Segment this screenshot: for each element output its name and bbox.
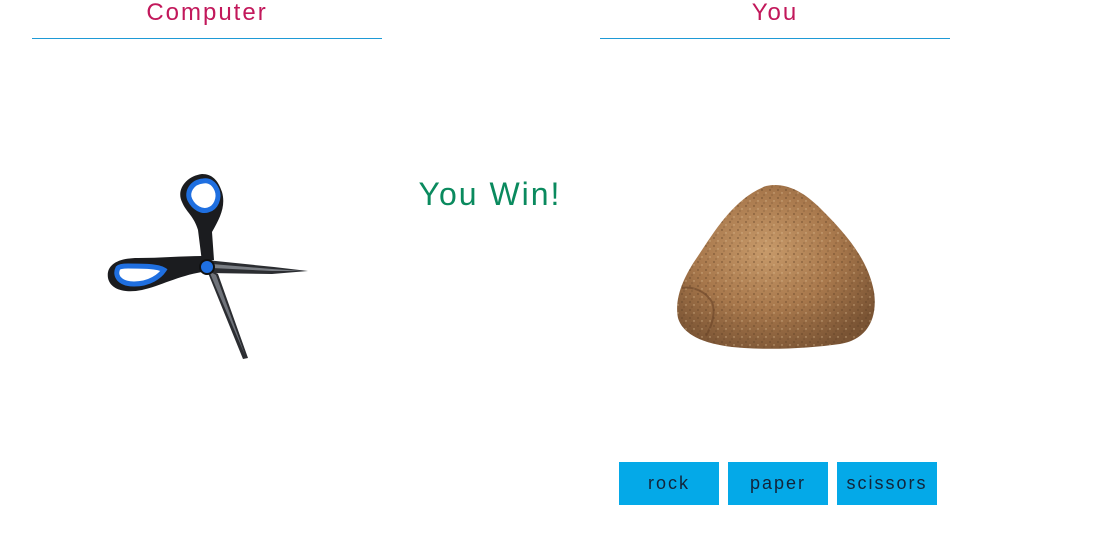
computer-choice-image [102,172,312,362]
scissors-icon [107,174,308,359]
scissors-button[interactable]: scissors [837,462,937,505]
player-divider [600,38,950,39]
paper-button[interactable]: paper [728,462,828,505]
player-choice-image [672,180,882,355]
result-message: You Win! [418,176,562,212]
rock-button[interactable]: rock [619,462,719,505]
rock-icon [677,184,875,349]
computer-title: Computer [146,0,268,26]
player-title: You [751,0,799,26]
computer-divider [32,38,382,39]
